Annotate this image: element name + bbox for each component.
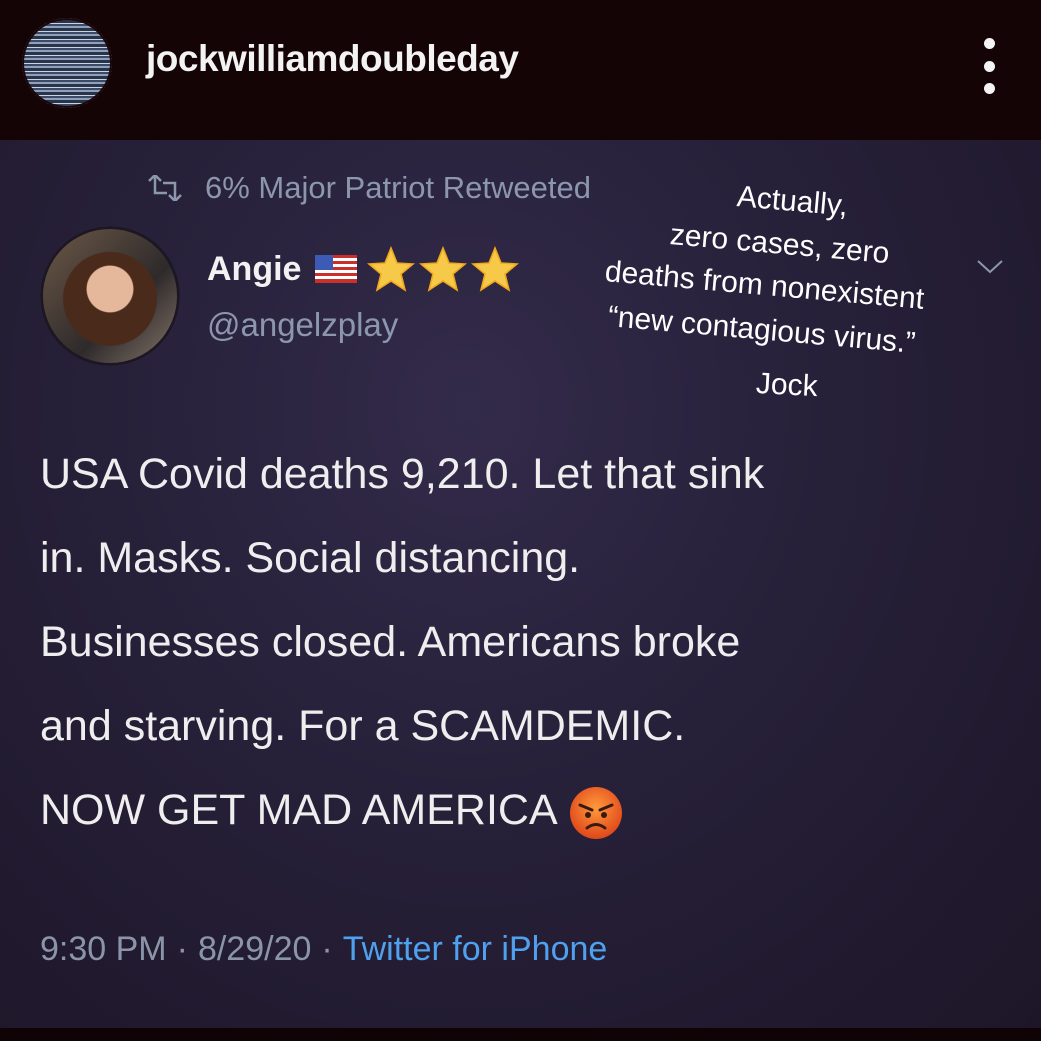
star-badges <box>367 246 523 292</box>
tweet-body-line: in. Masks. Social distancing. <box>40 534 581 582</box>
tweet-body-line: USA Covid deaths 9,210. Let that sink <box>40 450 765 498</box>
profile-avatar[interactable] <box>22 18 112 108</box>
author-handle[interactable]: @angelzplay <box>207 306 398 344</box>
meta-separator: · <box>176 930 188 968</box>
us-flag-icon <box>315 255 358 283</box>
tweet-body-line: NOW GET MAD AMERICA <box>40 786 558 834</box>
angry-face-icon <box>569 786 622 839</box>
instagram-post-header: jockwilliamdoubleday <box>0 0 1041 140</box>
tweet-body-line: and starving. For a SCAMDEMIC. <box>40 702 686 750</box>
retweet-label: 6% Major Patriot Retweeted <box>205 170 591 205</box>
tweet-screenshot: 6% Major Patriot Retweeted Angie @angelz… <box>0 140 1041 1030</box>
author-avatar[interactable] <box>40 226 180 366</box>
annotation-signature: Jock <box>755 367 819 404</box>
star-icon <box>367 246 416 292</box>
annotation-line: Actually, <box>735 180 850 223</box>
tweet-time: 9:30 PM <box>40 930 167 968</box>
meta-separator: · <box>321 930 333 968</box>
tweet-body-line: Businesses closed. Americans broke <box>40 618 741 666</box>
post-username[interactable]: jockwilliamdoubleday <box>146 38 519 80</box>
retweet-context: 6% Major Patriot Retweeted <box>145 170 591 206</box>
tweet-source-link[interactable]: Twitter for iPhone <box>343 930 608 969</box>
author-name[interactable]: Angie <box>207 250 301 289</box>
tweet-meta: 9:30 PM · 8/29/20 · Twitter for iPhone <box>40 930 607 969</box>
bottom-border <box>0 1028 1041 1041</box>
more-options-icon[interactable] <box>974 38 1004 94</box>
tweet-date[interactable]: 8/29/20 <box>198 930 311 969</box>
retweet-icon <box>148 175 182 201</box>
chevron-down-icon[interactable] <box>975 256 1005 276</box>
author-name-row: Angie <box>207 246 523 292</box>
tweet-body: USA Covid deaths 9,210. Let that sink in… <box>40 432 1015 852</box>
star-icon <box>471 246 520 292</box>
star-icon <box>419 246 468 292</box>
tweet-body-last-line: NOW GET MAD AMERICA <box>40 768 1015 852</box>
